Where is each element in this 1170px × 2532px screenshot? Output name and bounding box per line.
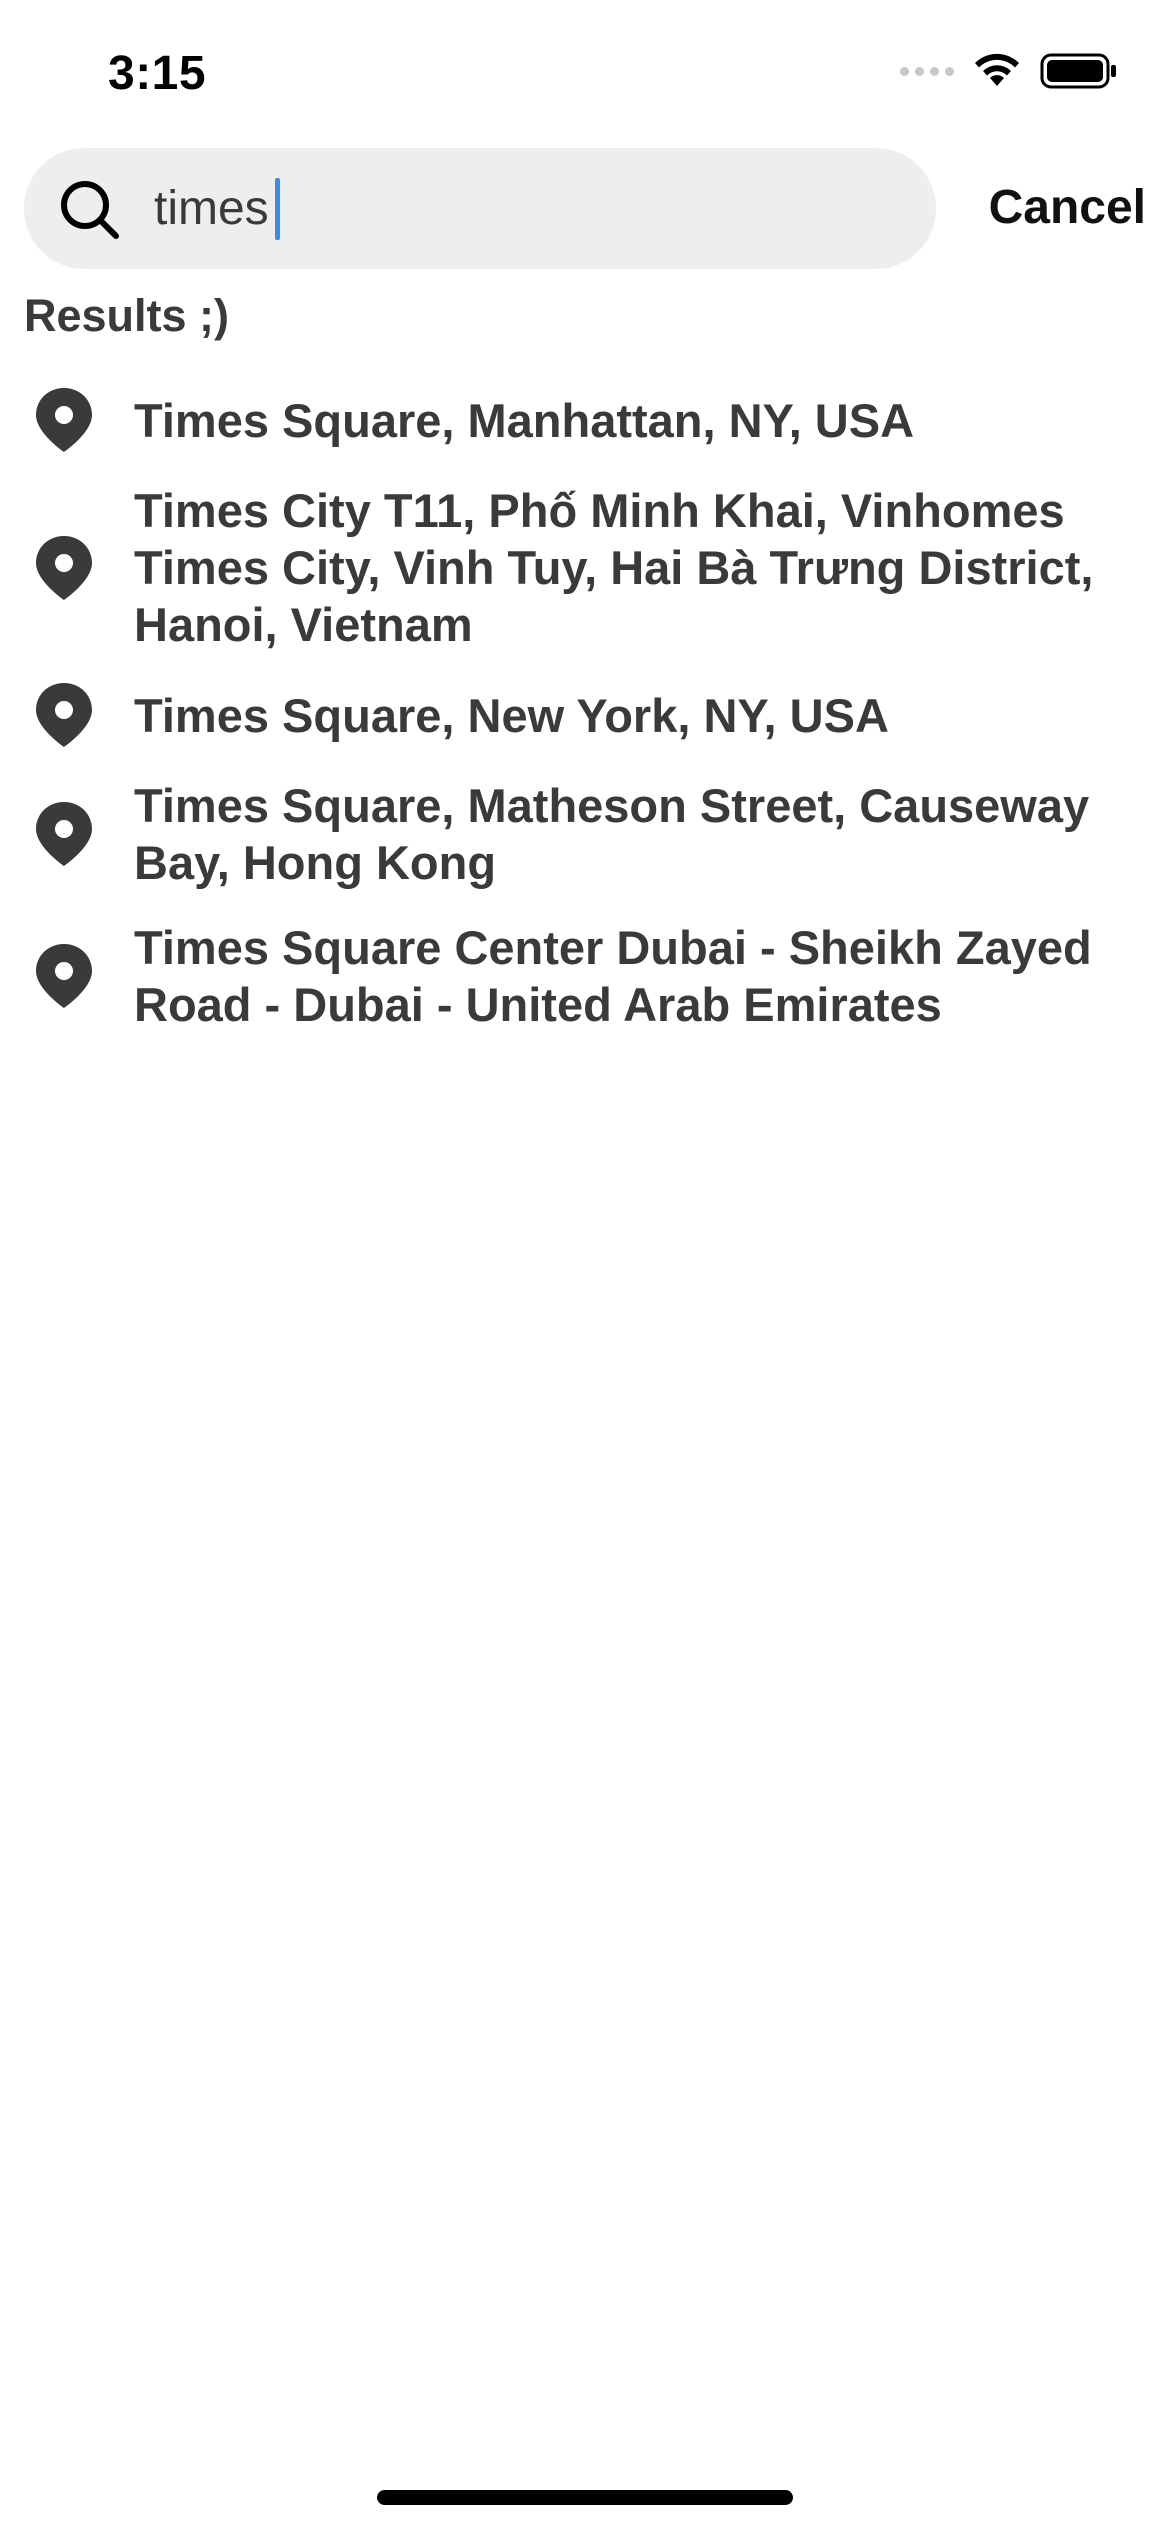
- map-pin-icon: [0, 942, 134, 1010]
- result-label: Times City T11, Phố Minh Khai, Vinhomes …: [134, 484, 1094, 651]
- results-list: Times Square, Manhattan, NY, USA Times C…: [0, 372, 1170, 1047]
- result-item[interactable]: Times Square, Matheson Street, Causeway …: [0, 763, 1170, 905]
- battery-icon: [1040, 53, 1116, 89]
- result-item[interactable]: Times Square, Manhattan, NY, USA: [0, 372, 1170, 468]
- result-label: Times Square, Manhattan, NY, USA: [134, 393, 915, 447]
- map-pin-icon: [0, 681, 134, 749]
- signal-icon: [900, 66, 954, 76]
- status-time: 3:15: [108, 47, 207, 100]
- result-item[interactable]: Times Square, New York, NY, USA: [0, 667, 1170, 763]
- results-title: Results ;): [24, 290, 230, 341]
- home-indicator[interactable]: [377, 2490, 793, 2505]
- status-bar: 3:15: [0, 0, 1170, 150]
- result-item[interactable]: Times City T11, Phố Minh Khai, Vinhomes …: [0, 468, 1170, 667]
- status-icons: [900, 52, 1118, 90]
- map-pin-icon: [0, 386, 134, 454]
- search-field[interactable]: times: [24, 148, 936, 269]
- search-icon: [61, 181, 119, 239]
- search-input-value: times: [154, 182, 269, 235]
- result-label: Times Square Center Dubai - Sheikh Zayed…: [134, 921, 1092, 1031]
- search-row: times Cancel: [24, 148, 1146, 269]
- text-caret: [274, 178, 280, 240]
- map-pin-icon: [0, 800, 134, 868]
- result-label: Times Square, Matheson Street, Causeway …: [134, 779, 1090, 889]
- map-pin-icon: [0, 534, 134, 602]
- result-item[interactable]: Times Square Center Dubai - Sheikh Zayed…: [0, 905, 1170, 1047]
- cancel-button[interactable]: Cancel: [989, 178, 1146, 238]
- search-input[interactable]: times: [154, 170, 280, 248]
- result-label: Times Square, New York, NY, USA: [134, 688, 889, 742]
- wifi-icon: [975, 53, 1019, 86]
